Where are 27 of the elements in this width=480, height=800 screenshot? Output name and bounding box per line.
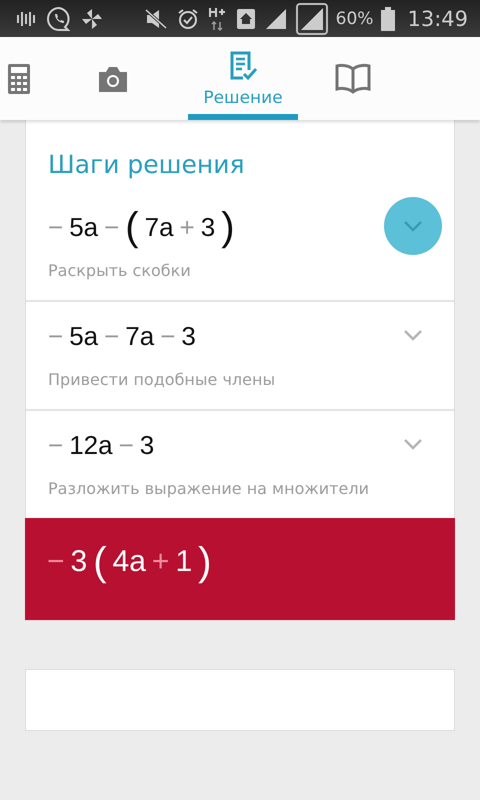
solution-tab[interactable]: Решение — [188, 37, 298, 120]
step-description: Привести подобные члены — [48, 370, 276, 389]
battery-percent: 60% — [336, 8, 374, 28]
mute-icon — [144, 8, 168, 30]
home-icon — [236, 8, 256, 30]
chevron-down-icon — [403, 220, 423, 232]
phone-bubble-icon — [46, 6, 72, 32]
chevron-down-icon — [403, 329, 423, 341]
math-expression: − 12a − 3 — [48, 428, 156, 462]
camera-icon — [97, 66, 129, 92]
network-icon — [208, 6, 228, 32]
pinwheel-icon — [80, 6, 104, 30]
battery-icon — [381, 6, 396, 30]
book-icon — [335, 62, 371, 94]
chevron-down-icon — [403, 438, 423, 450]
result-expression: − 3(4a + 1) — [47, 540, 212, 584]
vibrate-icon — [16, 10, 38, 26]
calculator-icon — [8, 64, 30, 94]
signal-icon — [296, 2, 328, 34]
step-description: Раскрыть скобки — [48, 261, 192, 280]
step-description: Разложить выражение на множители — [48, 479, 370, 498]
card-title: Шаги решения — [47, 149, 246, 181]
signal-icon — [264, 8, 288, 30]
alarm-icon — [176, 6, 200, 30]
math-expression: − 5a −(7a + 3) — [48, 205, 236, 249]
math-expression: − 5a − 7a − 3 — [48, 320, 197, 352]
clock: 13:49 — [407, 6, 468, 30]
